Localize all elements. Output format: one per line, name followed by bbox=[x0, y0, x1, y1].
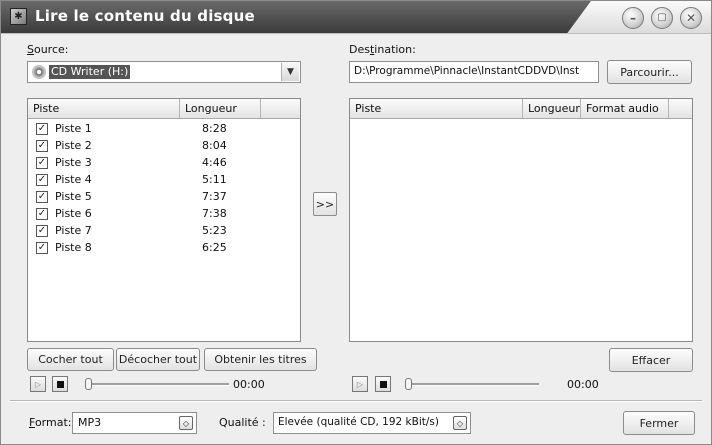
playback-slider-thumb[interactable] bbox=[85, 378, 92, 390]
maximize-icon: ▢ bbox=[657, 12, 667, 23]
destination-path-value: D:\Programme\Pinnacle\InstantCDDVD\Inst bbox=[354, 65, 580, 77]
stop-button[interactable] bbox=[375, 376, 391, 392]
browse-button[interactable]: Parcourir... bbox=[607, 60, 692, 84]
track-checkbox[interactable]: ✓ bbox=[36, 191, 48, 203]
track-row[interactable]: ✓ Piste 4 5:11 bbox=[28, 172, 288, 189]
source-drive-value: CD Writer (H:) bbox=[49, 65, 131, 79]
track-row[interactable]: ✓ Piste 3 4:46 bbox=[28, 155, 288, 172]
quality-value: Elevée (qualité CD, 192 kBit/s) bbox=[278, 416, 439, 428]
format-value: MP3 bbox=[78, 416, 102, 429]
close-window-button[interactable]: ✕ bbox=[680, 7, 702, 29]
track-checkbox[interactable]: ✓ bbox=[36, 242, 48, 254]
column-header-audio-format[interactable]: Format audio bbox=[581, 99, 669, 118]
check-all-button[interactable]: Cocher tout bbox=[27, 348, 114, 371]
playback-slider-track[interactable] bbox=[407, 383, 539, 386]
cd-drive-icon bbox=[32, 65, 46, 79]
source-list-header: Piste Longueur bbox=[28, 99, 300, 119]
track-checkbox[interactable]: ✓ bbox=[36, 225, 48, 237]
maximize-button[interactable]: ▢ bbox=[651, 7, 673, 29]
source-label: Source: bbox=[27, 43, 69, 56]
column-header-length[interactable]: Longueur bbox=[180, 99, 261, 118]
get-titles-button[interactable]: Obtenir les titres bbox=[204, 348, 317, 371]
track-name: Piste 6 bbox=[55, 207, 92, 220]
quality-select[interactable]: Elevée (qualité CD, 192 kBit/s) ◇ bbox=[273, 412, 471, 434]
minimize-icon: – bbox=[630, 11, 636, 25]
bottom-separator bbox=[10, 400, 702, 402]
destination-path-field[interactable]: D:\Programme\Pinnacle\InstantCDDVD\Inst bbox=[349, 61, 599, 83]
playback-slider-track[interactable] bbox=[87, 383, 229, 386]
destination-track-list: Piste Longueur Format audio bbox=[349, 98, 693, 342]
play-icon: ▷ bbox=[34, 379, 42, 389]
track-row[interactable]: ✓ Piste 6 7:38 bbox=[28, 206, 288, 223]
track-name: Piste 2 bbox=[55, 139, 92, 152]
play-button[interactable]: ▷ bbox=[352, 376, 368, 392]
track-name: Piste 8 bbox=[55, 241, 92, 254]
rip-cd-dialog: ✱ Lire le contenu du disque – ▢ ✕ Source… bbox=[0, 0, 712, 445]
stop-icon bbox=[379, 380, 387, 388]
close-icon: ✕ bbox=[685, 11, 697, 25]
track-checkbox[interactable]: ✓ bbox=[36, 208, 48, 220]
track-length: 4:46 bbox=[202, 156, 227, 169]
track-length: 6:25 bbox=[202, 241, 227, 254]
track-length: 7:38 bbox=[202, 207, 227, 220]
chevron-down-icon[interactable]: ◇ bbox=[453, 416, 467, 430]
track-name: Piste 3 bbox=[55, 156, 92, 169]
source-track-list: Piste Longueur ✓ Piste 1 8:28 ✓ Piste 2 8:04 ✓… bbox=[27, 98, 301, 342]
track-row[interactable]: ✓ Piste 1 8:28 bbox=[28, 121, 288, 138]
track-row[interactable]: ✓ Piste 2 8:04 bbox=[28, 138, 288, 155]
track-checkbox[interactable]: ✓ bbox=[36, 157, 48, 169]
track-row[interactable]: ✓ Piste 8 6:25 bbox=[28, 240, 288, 257]
format-select[interactable]: MP3 ◇ bbox=[72, 412, 197, 434]
add-to-destination-button[interactable]: >> bbox=[313, 192, 337, 216]
track-checkbox[interactable]: ✓ bbox=[36, 140, 48, 152]
playback-slider-thumb[interactable] bbox=[405, 378, 412, 390]
track-name: Piste 7 bbox=[55, 224, 92, 237]
format-label: Format: bbox=[29, 416, 72, 429]
track-row[interactable]: ✓ Piste 5 7:37 bbox=[28, 189, 288, 206]
quality-label: Qualité : bbox=[219, 416, 266, 429]
track-name: Piste 4 bbox=[55, 173, 92, 186]
play-button[interactable]: ▷ bbox=[30, 376, 46, 392]
track-row[interactable]: ✓ Piste 7 5:23 bbox=[28, 223, 288, 240]
stop-icon bbox=[56, 380, 64, 388]
track-length: 5:23 bbox=[202, 224, 227, 237]
track-name: Piste 5 bbox=[55, 190, 92, 203]
playback-time: 00:00 bbox=[567, 378, 599, 391]
stop-button[interactable] bbox=[52, 376, 68, 392]
destination-label: Destination: bbox=[349, 43, 416, 56]
column-header-length[interactable]: Longueur bbox=[523, 99, 581, 118]
minimize-button[interactable]: – bbox=[622, 7, 644, 29]
column-header-track[interactable]: Piste bbox=[350, 99, 523, 118]
track-checkbox[interactable]: ✓ bbox=[36, 123, 48, 135]
track-checkbox[interactable]: ✓ bbox=[36, 174, 48, 186]
track-length: 5:11 bbox=[202, 173, 227, 186]
app-icon: ✱ bbox=[10, 8, 27, 25]
chevron-down-icon[interactable]: ▼ bbox=[281, 63, 299, 81]
title-bar[interactable]: ✱ Lire le contenu du disque – ▢ ✕ bbox=[1, 1, 711, 34]
play-icon: ▷ bbox=[356, 379, 364, 389]
chevron-down-icon[interactable]: ◇ bbox=[179, 416, 193, 430]
uncheck-all-button[interactable]: Décocher tout bbox=[116, 348, 200, 371]
destination-list-header: Piste Longueur Format audio bbox=[350, 99, 692, 119]
source-drive-select[interactable]: CD Writer (H:) ▼ bbox=[27, 61, 301, 83]
clear-button[interactable]: Effacer bbox=[609, 348, 693, 372]
window-title: Lire le contenu du disque bbox=[35, 7, 255, 25]
close-button[interactable]: Fermer bbox=[623, 411, 695, 435]
track-name: Piste 1 bbox=[55, 122, 92, 135]
track-length: 7:37 bbox=[202, 190, 227, 203]
playback-time: 00:00 bbox=[233, 378, 265, 391]
track-length: 8:28 bbox=[202, 122, 227, 135]
column-header-track[interactable]: Piste bbox=[28, 99, 180, 118]
track-length: 8:04 bbox=[202, 139, 227, 152]
